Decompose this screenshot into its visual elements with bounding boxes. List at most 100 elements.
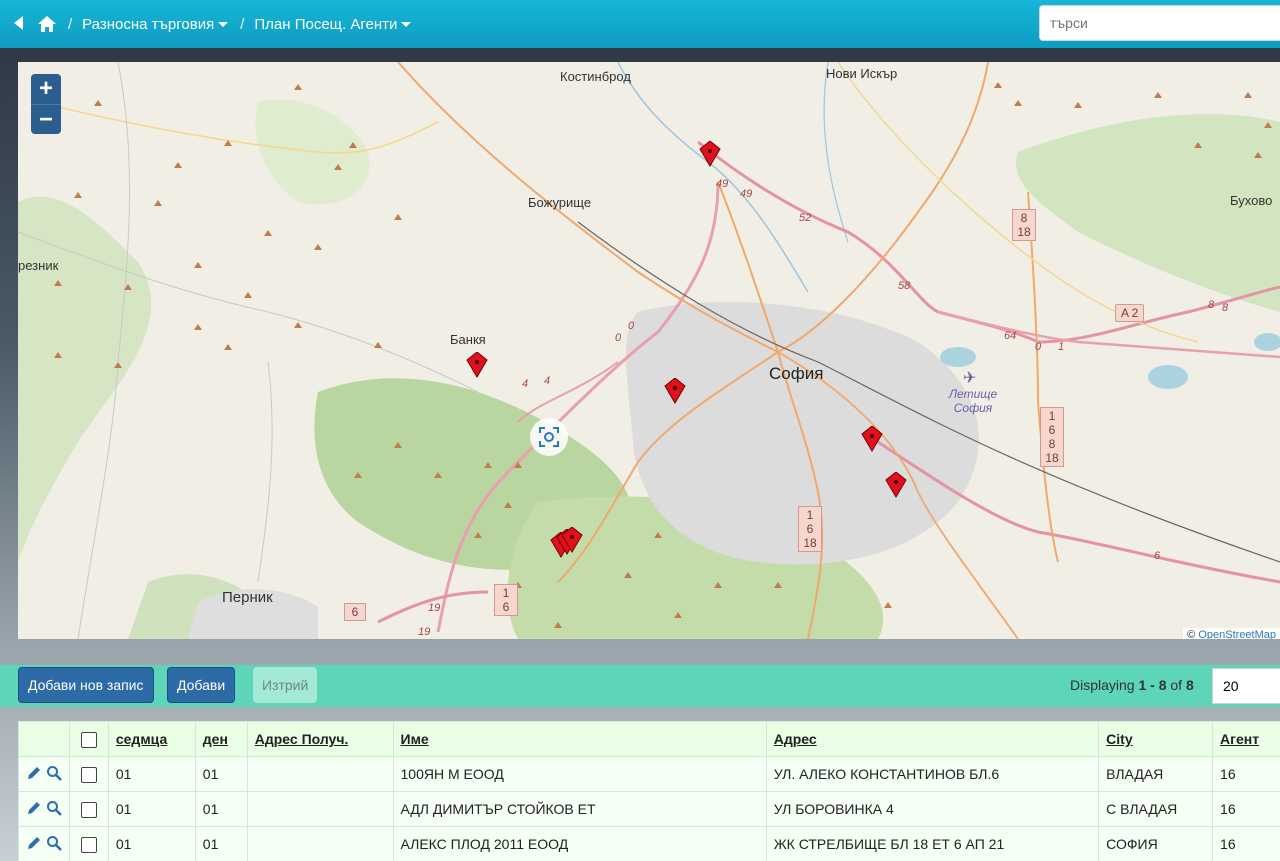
column-header[interactable]: Име [392,721,767,757]
add-new-record-button[interactable]: Добави нов запис [18,667,154,703]
breadcrumb-label: Разносна търговия [82,15,215,33]
actions-header [18,721,70,757]
column-header[interactable]: седмца [107,721,196,757]
row-actions [18,791,70,827]
map-marker-icon[interactable] [663,378,687,404]
cell-agent: 16 [1212,756,1280,792]
map-attribution: © OpenStreetMap [1183,628,1280,639]
attribution-link[interactable]: OpenStreetMap [1198,629,1276,639]
column-header[interactable]: Агент [1212,721,1280,757]
road-label: 4 [544,375,551,387]
cell-week: 01 [107,791,196,827]
road-label: 4 [522,378,529,390]
cell-recv-address [246,791,394,827]
row-checkbox[interactable] [80,801,97,818]
attribution-prefix: © [1187,629,1196,639]
column-header[interactable]: Адрес [765,721,1100,757]
road-shield: 1 6 8 18 [1040,407,1064,467]
search-magnifier-icon[interactable] [46,835,62,854]
cell-name: 100ЯН М ЕООД [392,756,767,792]
cell-address: ЖК СТРЕЛБИЩЕ БЛ 18 ЕТ 6 АП 21 [765,826,1100,861]
delete-button[interactable]: Изтрий [253,667,318,703]
records-table: седмца ден Адрес Получ. Име Адрес City А… [18,721,1280,861]
place-label: Бухово [1230,193,1273,208]
place-label: Банкя [450,332,486,347]
row-actions [18,826,70,861]
row-checkbox[interactable] [80,766,97,783]
table-row[interactable]: 01 01 100ЯН М ЕООД УЛ. АЛЕКО КОНСТАНТИНО… [18,756,1280,792]
search-magnifier-icon[interactable] [46,800,62,819]
paging-of: of [1170,677,1183,693]
zoom-out-button[interactable]: − [31,105,61,135]
map-marker-icon[interactable] [560,527,584,553]
row-checkbox[interactable] [80,836,97,853]
caret-down-icon [218,22,229,28]
cell-address: УЛ БОРОВИНКА 4 [765,791,1100,827]
cell-week: 01 [107,756,196,792]
row-select-cell [68,826,109,861]
cell-address: УЛ. АЛЕКО КОНСТАНТИНОВ БЛ.6 [765,756,1100,792]
add-button[interactable]: Добави [167,667,236,703]
cell-recv-address [246,756,394,792]
caret-down-icon [401,22,412,28]
edit-pencil-icon[interactable] [26,835,42,854]
cell-agent: 16 [1212,791,1280,827]
cell-recv-address [246,826,394,861]
road-label: 58 [898,280,911,292]
place-label-airport: Летище София [948,387,998,415]
column-header[interactable]: Адрес Получ. [246,721,394,757]
road-shield: 1 6 [494,584,518,616]
select-all-checkbox[interactable] [80,731,97,748]
cell-agent: 16 [1212,826,1280,861]
paging-prefix: Displaying [1070,677,1135,693]
table-row[interactable]: 01 01 АДЛ ДИМИТЪР СТОЙКОВ ЕТ УЛ БОРОВИНК… [18,791,1280,827]
cell-day: 01 [194,826,248,861]
page-size-select[interactable]: 20 [1212,668,1280,704]
place-label: Нови Искър [826,66,898,81]
select-all-cell [68,721,109,757]
cell-day: 01 [194,756,248,792]
map-canvas [18,62,1280,639]
road-label: 1 [1058,341,1065,353]
zoom-in-button[interactable]: + [31,74,61,105]
map-marker-icon[interactable] [884,472,908,498]
map-marker-icon[interactable] [465,352,489,378]
paging-range: 1 - 8 [1138,677,1167,693]
search-input[interactable] [1039,5,1280,41]
road-shield: 6 [344,603,366,621]
breadcrumb-item-trade[interactable]: Разносна търговия [82,15,229,33]
road-shield: 1 6 18 [798,506,822,552]
road-label: 49 [740,188,753,200]
back-arrow-icon[interactable] [14,15,24,33]
locate-icon[interactable] [530,418,568,456]
cell-day: 01 [194,791,248,827]
table-row[interactable]: 01 01 АЛЕКС ПЛОД 2011 ЕООД ЖК СТРЕЛБИЩЕ … [18,826,1280,861]
map-view[interactable]: Костинброд Нови Искър Божурище Банкя Соф… [18,62,1280,639]
breadcrumb-item-plan[interactable]: План Посещ. Агенти [254,15,412,33]
map-marker-icon[interactable] [698,141,722,167]
row-select-cell [68,756,109,792]
place-label-city: София [769,364,824,383]
edit-pencil-icon[interactable] [26,765,42,784]
column-header[interactable]: City [1098,721,1214,757]
road-label: 0 [1035,341,1042,353]
place-label: Костинброд [560,69,631,84]
breadcrumb-separator: / [68,15,73,33]
home-icon[interactable] [38,16,56,32]
place-label: резник [18,258,59,273]
road-label: 0 [615,332,622,344]
road-label: 0 [628,320,635,332]
place-label: Божурище [528,195,592,210]
place-label: Перник [222,589,273,606]
edit-pencil-icon[interactable] [26,800,42,819]
cell-name: АДЛ ДИМИТЪР СТОЙКОВ ЕТ [392,791,767,827]
top-bar: / Разносна търговия / План Посещ. Агенти [0,0,1280,48]
cell-week: 01 [107,826,196,861]
search-magnifier-icon[interactable] [46,765,62,784]
breadcrumb-label: План Посещ. Агенти [254,15,398,33]
road-label: 19 [428,602,441,614]
airplane-icon: ✈ [963,370,977,387]
zoom-control: + − [31,74,61,134]
column-header[interactable]: ден [194,721,248,757]
map-marker-icon[interactable] [860,426,884,452]
